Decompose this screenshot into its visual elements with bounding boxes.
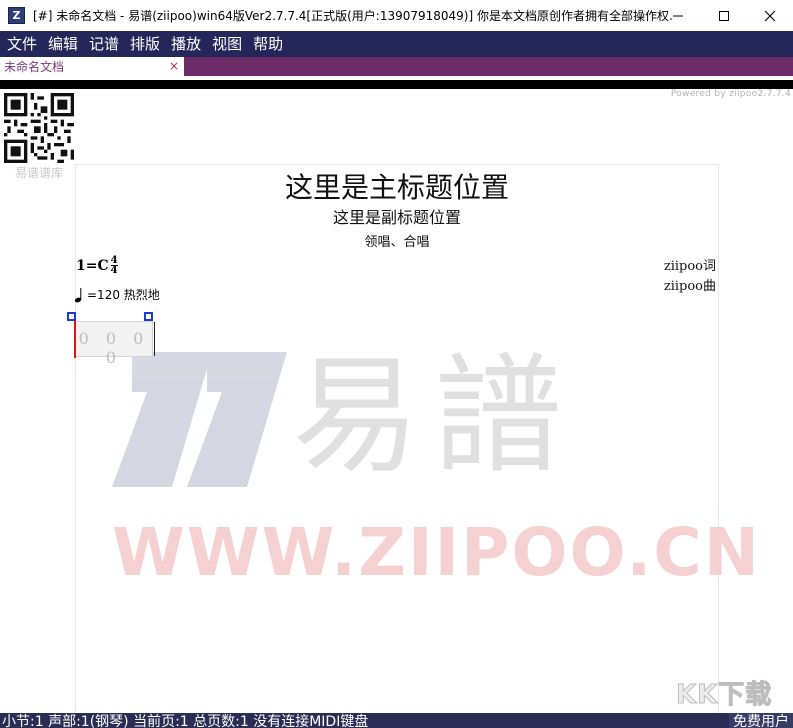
score-main-title[interactable]: 这里是主标题位置: [75, 166, 719, 206]
time-signature-numerator: 4: [110, 255, 118, 266]
minimize-button[interactable]: [655, 0, 701, 31]
tempo-marking[interactable]: =120 热烈地: [74, 286, 160, 303]
user-type-badge: 免费用户: [729, 713, 793, 728]
status-bar: 小节:1 声部:1(钢琴) 当前页:1 总页数:1 没有连接MIDI键盘 免费用…: [0, 713, 793, 728]
tempo-text: =120 热烈地: [87, 288, 160, 302]
watermark-url-text: WWW.ZIIPOO.CN: [112, 514, 761, 591]
tab-close-icon[interactable]: ×: [169, 58, 179, 75]
menu-bar: 文件 编辑 记谱 排版 播放 视图 帮助: [0, 31, 793, 57]
score-performer[interactable]: 领唱、合唱: [75, 231, 719, 250]
window-title: [#] 未命名文档 - 易谱(ziipoo)win64版Ver2.7.7.4[正…: [33, 9, 673, 23]
kk-download-watermark: KK下载: [675, 680, 773, 711]
status-text: 小节:1 声部:1(钢琴) 当前页:1 总页数:1 没有连接MIDI键盘: [2, 714, 369, 728]
lyricist-label[interactable]: ziipoo词: [664, 255, 716, 274]
minimize-icon: [673, 15, 683, 16]
key-signature-label: 1=C: [76, 257, 109, 274]
powered-by-label: Powered by ziipoo2.7.7.4: [670, 89, 791, 99]
watermark-brand-text: 易譜: [292, 342, 577, 491]
document-tab-bar: 未命名文档 ×: [0, 57, 793, 76]
menu-view[interactable]: 视图: [209, 31, 250, 57]
selection-handle-right[interactable]: [144, 312, 153, 321]
menu-notation[interactable]: 记谱: [86, 31, 127, 57]
qr-caption: 易谱谱库: [14, 166, 63, 180]
title-bar: Z [#] 未命名文档 - 易谱(ziipoo)win64版Ver2.7.7.4…: [0, 0, 793, 31]
quarter-note-icon: [74, 287, 82, 302]
document-tab-label: 未命名文档: [4, 60, 65, 74]
maximize-icon: [719, 10, 729, 21]
close-button[interactable]: [747, 0, 793, 31]
selection-handle-left[interactable]: [67, 312, 76, 321]
app-logo-icon: Z: [8, 7, 25, 24]
menu-layout[interactable]: 排版: [127, 31, 168, 57]
window-controls: [655, 0, 793, 31]
close-icon: [764, 10, 776, 21]
time-signature-denominator: 4: [110, 265, 118, 276]
key-signature[interactable]: 1=C 4 4: [76, 255, 118, 276]
measure-notes[interactable]: 0 0 0 0: [76, 329, 152, 367]
time-signature: 4 4: [110, 255, 118, 276]
menu-edit[interactable]: 编辑: [45, 31, 86, 57]
document-tab[interactable]: 未命名文档 ×: [0, 57, 184, 76]
measure-barline: [154, 322, 155, 356]
composer-label[interactable]: ziipoo曲: [664, 275, 716, 294]
maximize-button[interactable]: [701, 0, 747, 31]
score-sub-title[interactable]: 这里是副标题位置: [75, 204, 719, 228]
menu-file[interactable]: 文件: [4, 31, 45, 57]
menu-play[interactable]: 播放: [168, 31, 209, 57]
ziipoo-watermark-logo-icon: [112, 352, 287, 487]
qr-code-icon[interactable]: [4, 93, 74, 163]
menu-help[interactable]: 帮助: [250, 31, 291, 57]
toolbar-divider: [0, 80, 793, 89]
